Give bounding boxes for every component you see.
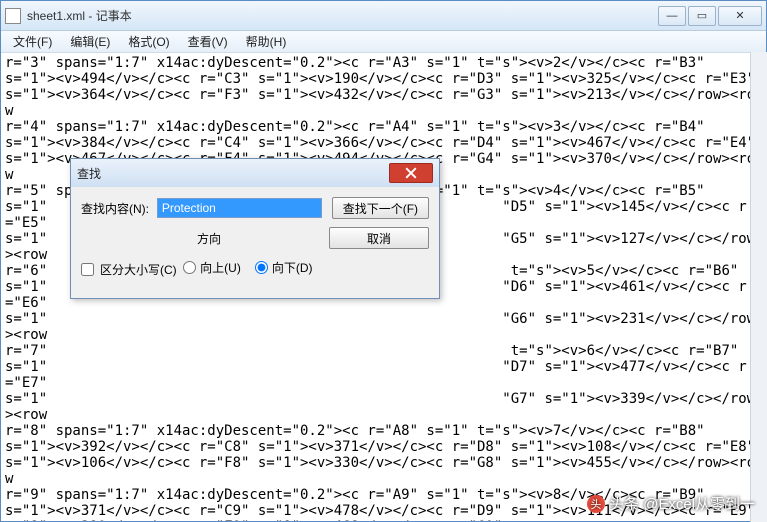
menu-file[interactable]: 文件(F) [5, 31, 60, 52]
menu-edit[interactable]: 编辑(E) [62, 31, 118, 52]
radio-up[interactable]: 向上(U) [183, 259, 241, 276]
watermark: 头 头条 @Excel从零到一 [587, 493, 755, 514]
window-controls: — ▭ ✕ [658, 6, 762, 26]
dialog-body: 查找内容(N): 查找下一个(F) 方向 取消 区分大小写(C) 向上(U) 向… [71, 187, 439, 298]
radio-down[interactable]: 向下(D) [255, 259, 313, 276]
find-next-button[interactable]: 查找下一个(F) [332, 197, 429, 219]
find-input[interactable] [157, 198, 322, 218]
find-dialog: 查找 查找内容(N): 查找下一个(F) 方向 取消 区分大小写(C) [70, 158, 440, 299]
dialog-titlebar[interactable]: 查找 [71, 159, 439, 187]
direction-group: 向上(U) 向下(D) [177, 259, 319, 276]
watermark-text: 头条 @Excel从零到一 [609, 493, 755, 514]
minimize-button[interactable]: — [658, 6, 686, 26]
menu-format[interactable]: 格式(O) [120, 31, 177, 52]
vertical-scrollbar[interactable] [750, 52, 767, 522]
find-label: 查找内容(N): [81, 200, 157, 217]
window-title: sheet1.xml - 记事本 [27, 7, 658, 24]
titlebar[interactable]: sheet1.xml - 记事本 — ▭ ✕ [1, 1, 766, 31]
menu-view[interactable]: 查看(V) [180, 31, 236, 52]
direction-label: 方向 [159, 230, 259, 247]
close-button[interactable]: ✕ [718, 6, 762, 26]
match-case-checkbox[interactable] [81, 263, 94, 276]
app-icon [5, 8, 21, 24]
watermark-icon: 头 [587, 495, 605, 513]
match-case-label: 区分大小写(C) [100, 261, 177, 278]
close-icon [405, 167, 417, 179]
maximize-button[interactable]: ▭ [688, 6, 716, 26]
menubar: 文件(F) 编辑(E) 格式(O) 查看(V) 帮助(H) [1, 31, 766, 53]
menu-help[interactable]: 帮助(H) [238, 31, 295, 52]
cancel-button[interactable]: 取消 [329, 227, 429, 249]
dialog-title: 查找 [77, 165, 389, 182]
dialog-close-button[interactable] [389, 163, 433, 183]
